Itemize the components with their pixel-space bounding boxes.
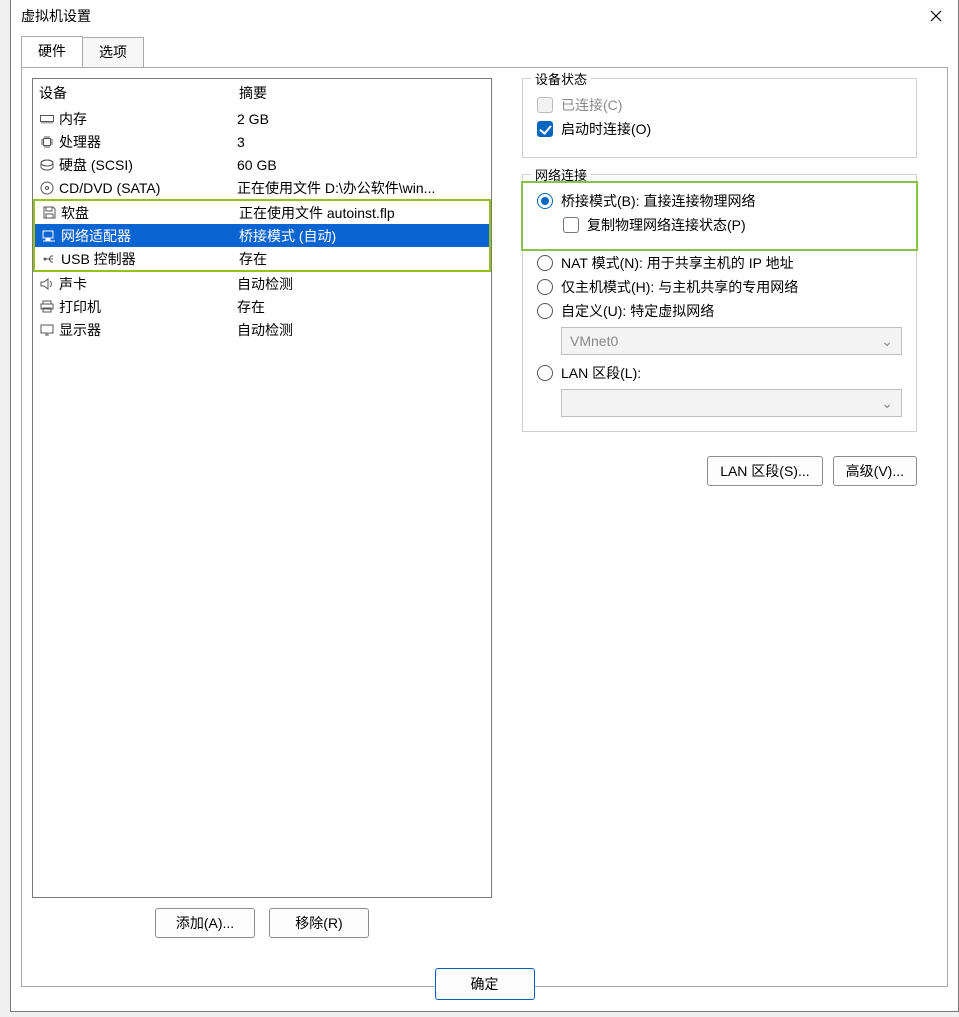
hostonly-label: 仅主机模式(H): 与主机共享的专用网络 <box>561 277 798 297</box>
row-cpu-summary: 3 <box>237 134 487 150</box>
window-title: 虚拟机设置 <box>21 6 91 26</box>
row-network[interactable]: 网络适配器 桥接模式 (自动) <box>35 224 489 247</box>
hdd-icon <box>37 159 57 171</box>
row-hdd-summary: 60 GB <box>237 157 487 173</box>
replicate-row[interactable]: 复制物理网络连接状态(P) <box>563 215 902 235</box>
row-floppy-summary: 正在使用文件 autoinst.flp <box>239 203 485 223</box>
vmnet-value: VMnet0 <box>570 333 618 349</box>
row-memory[interactable]: 内存 2 GB <box>33 107 491 130</box>
connect-poweron-label: 启动时连接(O) <box>561 119 651 139</box>
tabs: 硬件 选项 <box>21 36 958 67</box>
row-display-name: 显示器 <box>57 320 237 340</box>
bridged-label: 桥接模式(B): 直接连接物理网络 <box>561 191 755 211</box>
row-cpu-name: 处理器 <box>57 132 237 152</box>
cpu-icon <box>37 135 57 149</box>
connected-label: 已连接(C) <box>561 95 622 115</box>
row-sound-summary: 自动检测 <box>237 274 487 294</box>
connect-poweron-row[interactable]: 启动时连接(O) <box>537 119 902 139</box>
row-printer-summary: 存在 <box>237 297 487 317</box>
hostonly-radio[interactable] <box>537 279 553 295</box>
network-icon <box>39 230 59 242</box>
titlebar: 虚拟机设置 <box>11 0 958 32</box>
lan-label: LAN 区段(L): <box>561 363 641 383</box>
connect-poweron-checkbox[interactable] <box>537 121 553 137</box>
footer: 确定 <box>11 957 958 1011</box>
row-cpu[interactable]: 处理器 3 <box>33 130 491 153</box>
row-usb-name: USB 控制器 <box>59 249 239 269</box>
custom-row[interactable]: 自定义(U): 特定虚拟网络 <box>537 301 902 321</box>
replicate-checkbox[interactable] <box>563 217 579 233</box>
row-hdd-name: 硬盘 (SCSI) <box>57 155 237 175</box>
row-network-summary: 桥接模式 (自动) <box>239 226 485 246</box>
display-icon <box>37 324 57 336</box>
row-sound[interactable]: 声卡 自动检测 <box>33 272 491 295</box>
network-connection-legend: 网络连接 <box>531 165 591 184</box>
nat-label: NAT 模式(N): 用于共享主机的 IP 地址 <box>561 253 794 273</box>
memory-icon <box>37 113 57 124</box>
custom-radio[interactable] <box>537 303 553 319</box>
row-printer[interactable]: 打印机 存在 <box>33 295 491 318</box>
advanced-button[interactable]: 高级(V)... <box>833 456 917 486</box>
chevron-down-icon: ⌄ <box>881 333 893 350</box>
header-device: 设备 <box>39 83 239 103</box>
right-buttons: LAN 区段(S)... 高级(V)... <box>522 456 917 486</box>
cd-icon <box>37 181 57 195</box>
row-network-name: 网络适配器 <box>59 226 239 246</box>
row-floppy-name: 软盘 <box>59 203 239 223</box>
row-cd-name: CD/DVD (SATA) <box>57 180 237 196</box>
chevron-down-icon: ⌄ <box>881 395 893 412</box>
hostonly-row[interactable]: 仅主机模式(H): 与主机共享的专用网络 <box>537 277 902 297</box>
left-buttons: 添加(A)... 移除(R) <box>32 908 492 938</box>
connected-checkbox[interactable] <box>537 97 553 113</box>
bridged-radio[interactable] <box>537 193 553 209</box>
device-status-group: 设备状态 已连接(C) 启动时连接(O) <box>522 78 917 158</box>
tab-hardware[interactable]: 硬件 <box>21 36 83 67</box>
device-status-legend: 设备状态 <box>531 69 591 88</box>
device-list-header: 设备 摘要 <box>33 79 491 107</box>
hardware-pane: 设备 摘要 内存 2 GB 处理器 3 硬盘 (SCSI) 60 GB <box>21 67 948 987</box>
lan-combo[interactable]: ⌄ <box>561 389 902 417</box>
floppy-icon <box>39 206 59 219</box>
row-printer-name: 打印机 <box>57 297 237 317</box>
row-display-summary: 自动检测 <box>237 320 487 340</box>
printer-icon <box>37 300 57 313</box>
row-cd-summary: 正在使用文件 D:\办公软件\win... <box>237 178 487 198</box>
nat-radio[interactable] <box>537 255 553 271</box>
vmnet-combo[interactable]: VMnet0 ⌄ <box>561 327 902 355</box>
close-button[interactable] <box>914 1 958 31</box>
network-connection-group: 网络连接 桥接模式(B): 直接连接物理网络 复制物理网络连接状态(P) NAT… <box>522 174 917 432</box>
left-column: 设备 摘要 内存 2 GB 处理器 3 硬盘 (SCSI) 60 GB <box>32 78 492 976</box>
close-icon <box>930 10 942 22</box>
ok-button[interactable]: 确定 <box>435 968 535 1000</box>
replicate-label: 复制物理网络连接状态(P) <box>587 215 746 235</box>
bridged-row[interactable]: 桥接模式(B): 直接连接物理网络 <box>537 191 902 211</box>
remove-button[interactable]: 移除(R) <box>269 908 369 938</box>
device-list[interactable]: 设备 摘要 内存 2 GB 处理器 3 硬盘 (SCSI) 60 GB <box>32 78 492 898</box>
row-memory-summary: 2 GB <box>237 111 487 127</box>
lan-segments-button[interactable]: LAN 区段(S)... <box>707 456 822 486</box>
highlighted-group: 软盘 正在使用文件 autoinst.flp 网络适配器 桥接模式 (自动) U… <box>33 199 491 272</box>
lan-row[interactable]: LAN 区段(L): <box>537 363 902 383</box>
row-cd[interactable]: CD/DVD (SATA) 正在使用文件 D:\办公软件\win... <box>33 176 491 199</box>
row-usb[interactable]: USB 控制器 存在 <box>35 247 489 270</box>
nat-row[interactable]: NAT 模式(N): 用于共享主机的 IP 地址 <box>537 253 902 273</box>
row-hdd[interactable]: 硬盘 (SCSI) 60 GB <box>33 153 491 176</box>
header-summary: 摘要 <box>239 83 485 103</box>
row-display[interactable]: 显示器 自动检测 <box>33 318 491 341</box>
row-floppy[interactable]: 软盘 正在使用文件 autoinst.flp <box>35 201 489 224</box>
row-memory-name: 内存 <box>57 109 237 129</box>
connected-row[interactable]: 已连接(C) <box>537 95 902 115</box>
usb-icon <box>39 253 59 265</box>
add-button[interactable]: 添加(A)... <box>155 908 255 938</box>
row-usb-summary: 存在 <box>239 249 485 269</box>
tab-options[interactable]: 选项 <box>82 37 144 68</box>
custom-label: 自定义(U): 特定虚拟网络 <box>561 301 714 321</box>
row-sound-name: 声卡 <box>57 274 237 294</box>
vm-settings-window: 虚拟机设置 硬件 选项 设备 摘要 内存 2 GB <box>10 0 959 1012</box>
sound-icon <box>37 278 57 290</box>
right-column: 设备状态 已连接(C) 启动时连接(O) 网络连接 桥接模式(B): 直接连接物… <box>492 78 937 976</box>
lan-radio[interactable] <box>537 365 553 381</box>
